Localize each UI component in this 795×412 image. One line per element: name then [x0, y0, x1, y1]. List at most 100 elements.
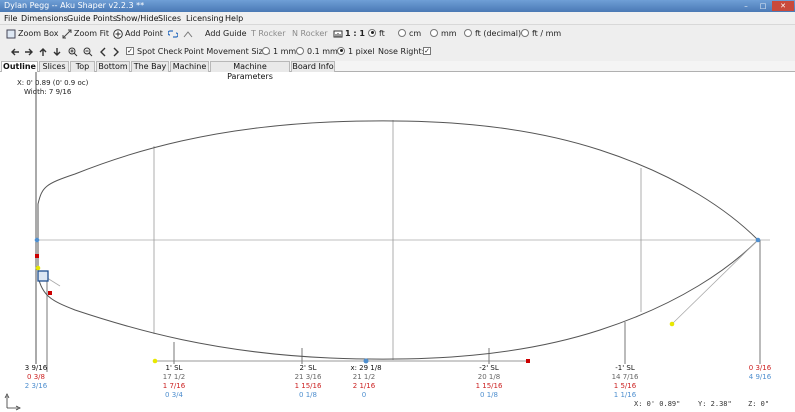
menu-guide-points[interactable]: Guide Points — [67, 13, 117, 24]
zoom-out-button[interactable] — [83, 46, 95, 58]
station-2sl-blue: 0 1/8 — [299, 391, 317, 399]
nose-right-checkbox[interactable]: ✓ — [423, 46, 431, 58]
status-x: X: 0' 0.89" — [634, 400, 681, 408]
scale-button[interactable]: 1 : 1 — [333, 28, 365, 40]
link-icon — [168, 29, 178, 38]
outline-canvas[interactable]: X: 0' 0.89 (0' 0.9 oc) Width: 7 9/16 3 9… — [0, 72, 795, 412]
movement-1pixel-label: 1 pixel — [348, 47, 375, 56]
zoom-fit-button[interactable]: Zoom Fit — [62, 28, 109, 40]
menu-help[interactable]: Help — [225, 13, 243, 24]
movement-1mm-label: 1 mm — [273, 47, 297, 56]
radio-mm-dot — [430, 28, 438, 37]
tab-top[interactable]: Top — [70, 61, 95, 72]
tab-bottom[interactable]: Bottom — [96, 61, 130, 72]
radio-cm-dot — [398, 28, 406, 37]
movement-radio-01mm[interactable]: 0.1 mm — [296, 46, 338, 58]
station-m1sl-blue: 1 1/16 — [613, 391, 637, 399]
menu-licensing[interactable]: Licensing — [186, 13, 224, 24]
nav-toolbar: ✓ Spot Check Point Movement Size: 1 mm 0.… — [0, 43, 795, 61]
t-rocker-button[interactable]: T Rocker — [251, 28, 285, 40]
unit-mm-label: mm — [441, 29, 457, 38]
station-tail-title: 3 9/16 — [24, 364, 48, 372]
bottom-red-point[interactable] — [526, 359, 530, 363]
tab-board-info[interactable]: Board Info — [291, 61, 335, 72]
outline-drawing[interactable] — [0, 72, 795, 412]
spot-check-toggle[interactable]: ✓ Spot Check — [126, 46, 182, 58]
maximize-button[interactable]: □ — [755, 1, 771, 11]
link-tool-button[interactable] — [168, 28, 180, 40]
nose-right-label: Nose Right: — [378, 47, 425, 56]
arrow-up-icon — [39, 47, 47, 56]
tail-yellow-point[interactable] — [35, 265, 41, 271]
station-1sl-gray: 17 1/2 — [162, 373, 186, 381]
arrow-left-icon — [11, 48, 19, 55]
cursor-coords: X: 0' 0.89 (0' 0.9 oc) — [17, 79, 89, 87]
station-tail-red: 0 3/8 — [27, 373, 45, 381]
add-guide-button[interactable]: Add Guide — [205, 28, 247, 40]
station-1sl-title: 1' SL — [165, 364, 183, 372]
add-point-icon — [113, 28, 123, 39]
station-2sl-gray: 21 3/16 — [294, 373, 322, 381]
erase-tool-button[interactable] — [183, 28, 195, 40]
close-button[interactable]: ✕ — [772, 1, 794, 11]
arrow-up-button[interactable] — [38, 46, 50, 58]
tab-the-bay[interactable]: The Bay — [131, 61, 169, 72]
station-2sl-title: 2' SL — [299, 364, 317, 372]
zoom-box-button[interactable]: Zoom Box — [6, 28, 58, 40]
selected-tail-point[interactable] — [37, 270, 49, 282]
arrow-down-button[interactable] — [52, 46, 64, 58]
unit-radio-ft[interactable]: ft — [368, 28, 385, 40]
station-m2sl-blue: 0 1/8 — [480, 391, 498, 399]
axis-indicator-icon — [4, 393, 21, 411]
unit-radio-ft-decimal[interactable]: ft (decimal) — [464, 28, 521, 40]
nose-right-check-mark: ✓ — [423, 46, 431, 55]
arrow-left-button[interactable] — [10, 46, 22, 58]
station-m2sl-gray: 20 1/8 — [477, 373, 501, 381]
station-m1sl-gray: 14 7/16 — [611, 373, 639, 381]
zoom-in-button[interactable] — [68, 46, 80, 58]
movement-01mm-label: 0.1 mm — [307, 47, 338, 56]
view-tabs: Outline Slices Top Bottom The Bay Machin… — [0, 61, 795, 81]
unit-radio-cm[interactable]: cm — [398, 28, 421, 40]
scale-icon — [333, 30, 343, 37]
station-nose-red: 0 3/16 — [748, 364, 772, 372]
station-m1sl-red: 1 5/16 — [613, 382, 637, 390]
arrow-right-icon — [25, 48, 33, 55]
movement-radio-1mm[interactable]: 1 mm — [262, 46, 296, 58]
arrow-right-button[interactable] — [24, 46, 36, 58]
minimize-button[interactable]: – — [738, 1, 754, 11]
tab-slices[interactable]: Slices — [39, 61, 69, 72]
bottom-center-point[interactable] — [363, 358, 369, 364]
n-rocker-button[interactable]: N Rocker — [292, 28, 328, 40]
menu-file[interactable]: File — [4, 13, 17, 24]
movement-radio-1pixel[interactable]: 1 pixel — [337, 46, 375, 58]
nose-control-point[interactable] — [755, 237, 761, 243]
radio-ft-mm-dot — [521, 28, 529, 37]
main-toolbar: Zoom Box Zoom Fit Add Point Add Guide T … — [0, 25, 795, 43]
tab-machine[interactable]: Machine — [170, 61, 209, 72]
tail-red-point-1[interactable] — [35, 254, 39, 258]
tail-center-point[interactable] — [34, 237, 40, 243]
scale-label: 1 : 1 — [345, 29, 365, 38]
unit-ft-decimal-label: ft (decimal) — [475, 29, 522, 38]
menu-slices[interactable]: Slices — [158, 13, 181, 24]
unit-ft-label: ft — [379, 29, 385, 38]
cursor-width: Width: 7 9/16 — [24, 88, 72, 96]
unit-radio-mm[interactable]: mm — [430, 28, 457, 40]
chevron-left-button[interactable] — [98, 46, 110, 58]
bottom-yellow-point[interactable] — [152, 358, 158, 364]
tab-outline[interactable]: Outline — [1, 61, 38, 72]
add-point-button[interactable]: Add Point — [113, 28, 163, 40]
movement-size-label: Point Movement Size: — [184, 47, 271, 56]
menu-dimensions[interactable]: Dimensions — [21, 13, 68, 24]
unit-radio-ft-mm[interactable]: ft / mm — [521, 28, 561, 40]
window-title: Dylan Pegg -- Aku Shaper v2.2.3 ** — [4, 1, 145, 10]
nose-handle-point[interactable] — [669, 321, 675, 327]
unit-ft-mm-label: ft / mm — [532, 29, 562, 38]
station-1sl-red: 1 7/16 — [162, 382, 186, 390]
chevron-right-button[interactable] — [111, 46, 123, 58]
station-mid-red: 2 1/16 — [352, 382, 376, 390]
tail-red-point-2[interactable] — [48, 291, 52, 295]
menu-show-hide[interactable]: Show/Hide — [116, 13, 159, 24]
tab-machine-parameters[interactable]: Machine Parameters — [210, 61, 290, 81]
